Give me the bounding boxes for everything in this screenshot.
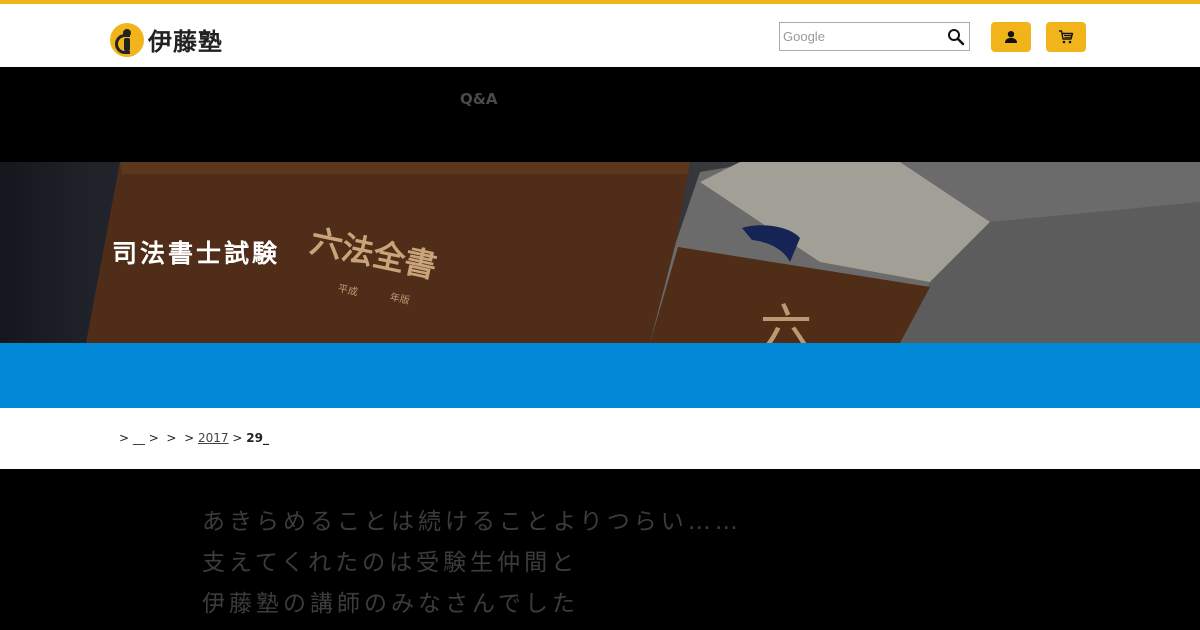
- intro-line: 伊藤塾の講師のみなさんでした: [202, 591, 579, 617]
- mypage-button[interactable]: [991, 22, 1031, 52]
- page-title: 司法書士試験: [112, 239, 281, 268]
- user-icon: [1005, 31, 1017, 43]
- cart-button[interactable]: [1046, 22, 1086, 52]
- book-spine-text: 六: [760, 300, 812, 343]
- breadcrumb-current: 29_: [246, 431, 269, 445]
- breadcrumb-separator: >: [232, 431, 243, 445]
- breadcrumb-bar: > __ > > > 2017 > 29_: [0, 408, 1200, 469]
- blue-band: [0, 343, 1200, 408]
- cart-icon: [1059, 30, 1074, 44]
- breadcrumb-separator: >: [148, 431, 159, 445]
- breadcrumb-separator: >: [166, 431, 177, 445]
- breadcrumb-item[interactable]: __: [133, 431, 145, 445]
- search-input[interactable]: [780, 23, 943, 50]
- logo-text: 伊藤塾: [148, 28, 223, 56]
- breadcrumb: > __ > > > 2017 > 29_: [119, 431, 269, 445]
- hero-banner: 六法全書 平成 年版 六 司法書士試験: [0, 162, 1200, 343]
- global-nav: Q&A: [0, 67, 1200, 162]
- logo-mark-icon: [110, 22, 144, 57]
- site-logo[interactable]: 伊藤塾: [110, 22, 223, 57]
- breadcrumb-separator: >: [184, 431, 195, 445]
- breadcrumb-link-year[interactable]: 2017: [198, 431, 229, 445]
- search-icon[interactable]: [947, 28, 965, 46]
- google-search-box: [779, 22, 970, 51]
- nav-item-qa[interactable]: Q&A: [460, 90, 497, 108]
- breadcrumb-separator: >: [119, 431, 130, 445]
- intro-line: あきらめることは続けることよりつらい……: [202, 509, 742, 535]
- site-header: 伊藤塾: [0, 4, 1200, 67]
- interview-intro: あきらめることは続けることよりつらい…… 支えてくれたのは受験生仲間と 伊藤塾の…: [202, 502, 742, 625]
- intro-line: 支えてくれたのは受験生仲間と: [202, 550, 579, 576]
